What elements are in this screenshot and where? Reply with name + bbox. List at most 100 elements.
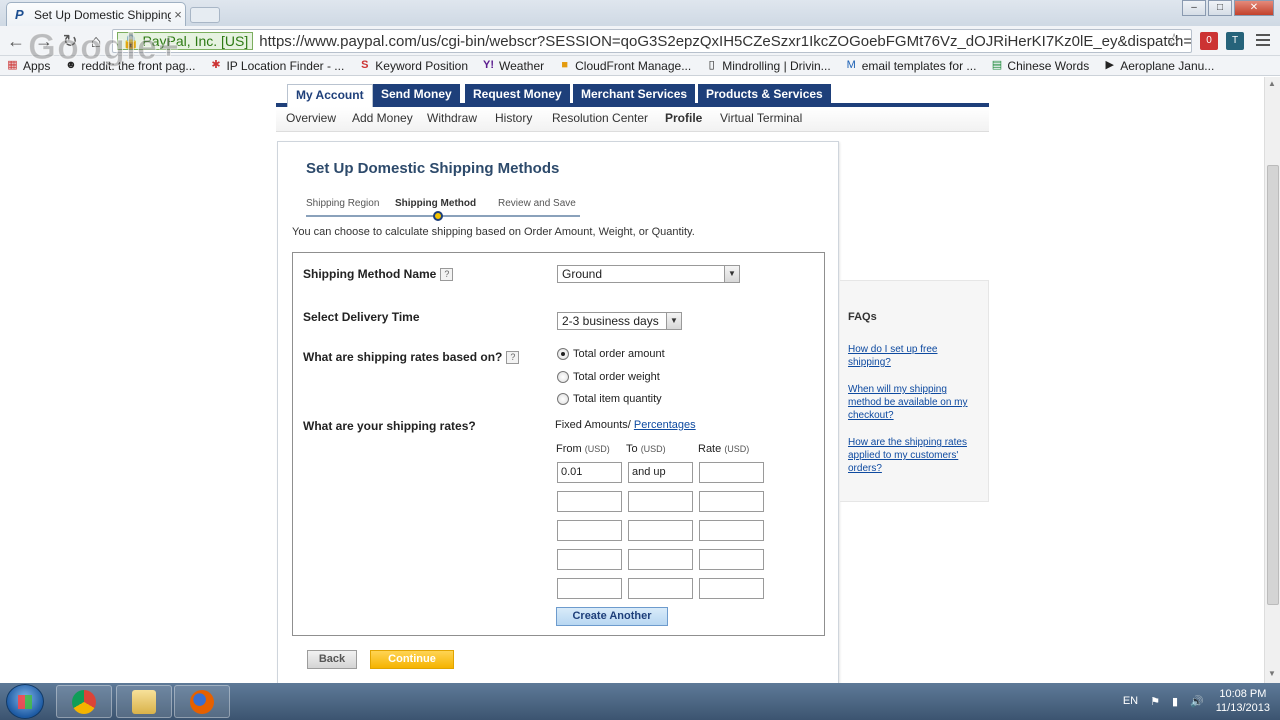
tab-close-icon[interactable]: × [171,7,185,22]
rate-row-4-to[interactable] [628,549,693,570]
scroll-thumb[interactable] [1267,165,1279,605]
method-name-select[interactable]: Ground ▼ [557,265,740,283]
rate-row-5-rate[interactable] [699,578,764,599]
tab-send-money[interactable]: Send Money [373,84,460,103]
extension-icon[interactable]: 0 [1200,32,1218,50]
minimize-icon[interactable]: – [1182,0,1206,16]
start-button[interactable] [6,684,44,719]
shipping-rates-label: What are your shipping rates? [303,419,476,433]
delivery-time-select[interactable]: 2-3 business days ▼ [557,312,682,330]
bookmark-chinese-words[interactable]: ▤ Chinese Words [990,59,1090,73]
tab-title: Set Up Domestic Shipping [34,7,171,22]
subtab-overview[interactable]: Overview [286,111,336,125]
create-another-button[interactable]: Create Another [556,607,668,626]
home-icon[interactable]: ⌂ [86,32,106,52]
rate-row-1-from[interactable]: 0.01 [557,462,622,483]
faq-sidebar: FAQs How do I set up free shipping? When… [840,280,989,502]
bookmark-keyword-position[interactable]: S Keyword Position [358,59,468,73]
dropdown-arrow-icon: ▼ [724,266,739,282]
radio-button[interactable] [557,393,569,405]
bookmark-aeroplane[interactable]: ▶ Aeroplane Janu... [1103,59,1215,73]
ev-badge-label: PayPal, Inc. [US] [142,33,249,49]
clock-date: 11/13/2013 [1215,702,1270,714]
system-tray: EN ⚑ ▮ 🔊 10:08 PM 11/13/2013 [1123,687,1270,715]
col-from-header: From (USD) [556,443,610,455]
rate-row-2-rate[interactable] [699,491,764,512]
browser-tab[interactable]: P Set Up Domestic Shipping × [6,2,186,26]
rate-row-2-from[interactable] [557,491,622,512]
bookmark-apps[interactable]: ▦ Apps [6,59,50,73]
progress-line [306,215,580,217]
subtab-history[interactable]: History [495,111,532,125]
paypal-page: My Account Send Money Request Money Merc… [0,77,1264,683]
network-icon[interactable]: ▮ [1172,695,1178,708]
browser-menu-icon[interactable] [1256,34,1270,49]
language-indicator[interactable]: EN [1123,695,1138,707]
extension-icon-2[interactable]: T [1226,32,1244,50]
subtab-profile[interactable]: Profile [665,111,702,125]
rate-row-5-from[interactable] [557,578,622,599]
tab-products-services[interactable]: Products & Services [698,84,831,103]
bookmark-reddit[interactable]: ☻ reddit: the front pag... [64,59,195,73]
taskbar-explorer[interactable] [116,685,172,718]
subtab-resolution-center[interactable]: Resolution Center [552,111,648,125]
sub-nav: Overview Add Money Withdraw History Reso… [276,107,989,132]
forward-arrow-icon[interactable]: → [34,32,54,52]
subtab-add-money[interactable]: Add Money [352,111,413,125]
radio-button-selected[interactable] [557,348,569,360]
back-arrow-icon[interactable]: ← [6,32,26,52]
maximize-icon[interactable]: □ [1208,0,1232,16]
radio-total-item-quantity[interactable]: Total item quantity [557,393,662,405]
bookmark-weather[interactable]: Y! Weather [482,59,544,73]
taskbar-firefox[interactable] [174,685,230,718]
bookmark-ip-location[interactable]: ✱ IP Location Finder - ... [209,59,344,73]
rate-type-toggle: Fixed Amounts/ Percentages [555,419,696,431]
scroll-up-icon[interactable]: ▲ [1268,79,1276,88]
tab-my-account[interactable]: My Account [287,84,373,107]
faq-link-rates-applied[interactable]: How are the shipping rates applied to my… [848,436,978,475]
faq-link-free-shipping[interactable]: How do I set up free shipping? [848,343,978,369]
reddit-icon: ☻ [65,59,77,71]
bookmark-mindrolling[interactable]: ▯ Mindrolling | Drivin... [705,59,831,73]
radio-total-order-weight[interactable]: Total order weight [557,371,660,383]
continue-button[interactable]: Continue [370,650,454,669]
percentages-link[interactable]: Percentages [634,419,696,431]
bookmark-star-icon[interactable]: ☆ [1166,30,1182,51]
rate-row-1-rate[interactable] [699,462,764,483]
subtab-virtual-terminal[interactable]: Virtual Terminal [720,111,802,125]
rate-row-4-rate[interactable] [699,549,764,570]
rate-row-3-to[interactable] [628,520,693,541]
bookmark-cloudfront[interactable]: ■ CloudFront Manage... [558,59,691,73]
scroll-down-icon[interactable]: ▼ [1268,669,1276,678]
window-controls: – □ ✕ [1182,0,1274,16]
help-icon[interactable]: ? [440,267,454,281]
keyword-position-icon: S [361,59,369,71]
help-icon[interactable]: ? [506,350,520,364]
reload-icon[interactable]: ↻ [60,32,80,52]
tab-merchant-services[interactable]: Merchant Services [573,84,696,103]
radio-total-order-amount[interactable]: Total order amount [557,348,665,360]
tab-request-money[interactable]: Request Money [465,84,570,103]
rate-row-2-to[interactable] [628,491,693,512]
taskbar-chrome[interactable] [56,685,112,718]
bookmark-email-templates[interactable]: Memail templates for ... [845,59,977,73]
page-scrollbar[interactable]: ▲ ▼ [1264,77,1280,683]
subtab-withdraw[interactable]: Withdraw [427,111,477,125]
close-window-icon[interactable]: ✕ [1234,0,1274,16]
new-tab-button[interactable] [190,7,220,23]
rate-row-4-from[interactable] [557,549,622,570]
flag-icon[interactable]: ⚑ [1150,695,1160,708]
clock[interactable]: 10:08 PM 11/13/2013 [1216,687,1270,715]
back-button[interactable]: Back [307,650,357,669]
faq-link-availability[interactable]: When will my shipping method be availabl… [848,383,978,422]
volume-icon[interactable]: 🔊 [1190,695,1204,708]
rate-row-5-to[interactable] [628,578,693,599]
current-step-marker [433,211,443,221]
address-bar[interactable]: 🔒 PayPal, Inc. [US] https://www.paypal.c… [112,29,1192,53]
ev-certificate-badge[interactable]: 🔒 PayPal, Inc. [US] [117,32,254,50]
rate-row-3-rate[interactable] [699,520,764,541]
rate-row-1-to[interactable]: and up [628,462,693,483]
paypal-favicon-icon: P [15,6,24,22]
radio-button[interactable] [557,371,569,383]
rate-row-3-from[interactable] [557,520,622,541]
